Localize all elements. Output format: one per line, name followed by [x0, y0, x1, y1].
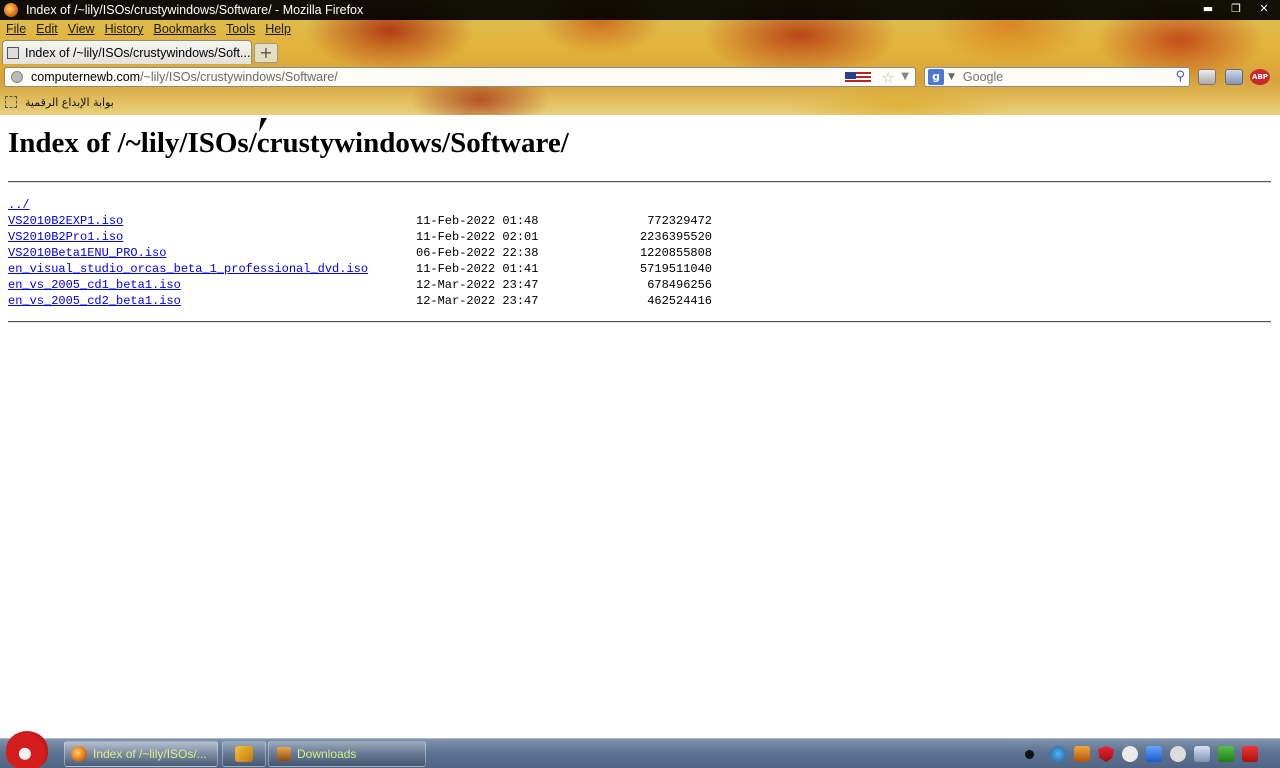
- google-icon[interactable]: g: [928, 69, 944, 85]
- file-size: 462524416: [647, 294, 712, 308]
- file-date: 11-Feb-2022 01:48: [416, 214, 539, 228]
- menu-history[interactable]: History: [105, 22, 144, 36]
- search-input[interactable]: [962, 70, 1173, 84]
- file-date: 12-Mar-2022 23:47: [416, 278, 539, 292]
- parent-directory-link[interactable]: ../: [8, 197, 30, 213]
- taskbar-item-label: Index of /~lily/ISOs/...: [93, 747, 207, 761]
- page-favicon-icon: [7, 46, 19, 59]
- search-icon[interactable]: ⚲: [1175, 69, 1185, 84]
- taskbar-item-downloads[interactable]: Downloads: [268, 741, 426, 767]
- menu-edit[interactable]: Edit: [36, 22, 58, 36]
- url-bar[interactable]: computernewb.com/~lily/ISOs/crustywindow…: [4, 67, 916, 87]
- home-icon[interactable]: [1225, 69, 1243, 85]
- file-link[interactable]: en_visual_studio_orcas_beta_1_profession…: [8, 261, 368, 277]
- tray-app-icon[interactable]: [1170, 746, 1186, 762]
- tab-active[interactable]: Index of /~lily/ISOs/crustywindows/Soft.…: [2, 40, 252, 64]
- bookmark-item[interactable]: بوابة الإبداع الرقمية: [25, 96, 114, 109]
- bookmarks-bar: بوابة الإبداع الرقمية: [0, 92, 114, 112]
- window-title: Index of /~lily/ISOs/crustywindows/Softw…: [26, 3, 364, 17]
- file-date: 06-Feb-2022 22:38: [416, 246, 539, 260]
- url-path: /~lily/ISOs/crustywindows/Software/: [140, 70, 338, 84]
- file-link[interactable]: en_vs_2005_cd2_beta1.iso: [8, 293, 181, 309]
- site-identity-icon[interactable]: [11, 71, 23, 83]
- search-bar[interactable]: g ▼ ⚲: [924, 67, 1190, 87]
- menu-tools[interactable]: Tools: [226, 22, 255, 36]
- taskbar-item-label: Downloads: [297, 747, 357, 761]
- minimize-button[interactable]: ▬: [1196, 2, 1220, 17]
- chat-icon[interactable]: [1122, 746, 1138, 762]
- file-link[interactable]: en_vs_2005_cd1_beta1.iso: [8, 277, 181, 293]
- file-link[interactable]: VS2010B2Pro1.iso: [8, 229, 123, 245]
- menu-file[interactable]: File: [6, 22, 26, 36]
- menu-help[interactable]: Help: [265, 22, 291, 36]
- tab-strip: Index of /~lily/ISOs/crustywindows/Soft.…: [0, 40, 278, 64]
- page-content: Index of /~lily/ISOs/crustywindows/Softw…: [0, 115, 1280, 738]
- file-size: 2236395520: [639, 230, 712, 244]
- navigation-toolbar: computernewb.com/~lily/ISOs/crustywindow…: [0, 64, 1280, 90]
- new-tab-button[interactable]: +: [254, 43, 278, 63]
- firefox-icon: [71, 746, 87, 762]
- page-title: Index of /~lily/ISOs/crustywindows/Softw…: [8, 127, 569, 159]
- restore-button[interactable]: ❐: [1224, 2, 1248, 17]
- tray-app-icon[interactable]: [1050, 746, 1066, 762]
- taskbar-item-firefox[interactable]: Index of /~lily/ISOs/...: [64, 741, 218, 767]
- file-link[interactable]: VS2010B2EXP1.iso: [8, 213, 123, 229]
- menu-bar: File Edit View History Bookmarks Tools H…: [0, 20, 295, 38]
- network-icon[interactable]: [1194, 746, 1210, 762]
- system-tray: [1025, 746, 1258, 762]
- file-size: 772329472: [647, 214, 712, 228]
- start-button[interactable]: [6, 731, 48, 768]
- bookmark-folder-icon: [5, 96, 17, 108]
- file-date: 11-Feb-2022 01:41: [416, 262, 539, 276]
- messenger-icon[interactable]: [1146, 746, 1162, 762]
- close-button[interactable]: ✕: [1252, 2, 1276, 17]
- file-date: 11-Feb-2022 02:01: [416, 230, 539, 244]
- taskbar-item-pinned[interactable]: [222, 741, 266, 767]
- menu-view[interactable]: View: [68, 22, 95, 36]
- pinned-app-icon: [235, 746, 253, 762]
- window-controls: ▬ ❐ ✕: [1196, 2, 1276, 17]
- bookmark-star-icon[interactable]: ☆: [882, 69, 895, 87]
- downloads-icon: [277, 747, 291, 761]
- file-link[interactable]: VS2010Beta1ENU_PRO.iso: [8, 245, 166, 261]
- browser-chrome: Index of /~lily/ISOs/crustywindows/Softw…: [0, 0, 1280, 115]
- tray-app-icon[interactable]: [1074, 746, 1090, 762]
- volume-icon[interactable]: [1218, 746, 1234, 762]
- url-dropdown-icon[interactable]: ▼: [901, 71, 909, 82]
- file-size: 678496256: [647, 278, 712, 292]
- file-size: 5719511040: [639, 262, 712, 276]
- taskbar: Index of /~lily/ISOs/... Downloads: [0, 731, 1280, 768]
- record-icon[interactable]: [1025, 749, 1034, 759]
- divider-bottom: [8, 321, 1271, 323]
- menu-bookmarks[interactable]: Bookmarks: [153, 22, 216, 36]
- file-size: 1220855808: [639, 246, 712, 260]
- firefox-icon[interactable]: [4, 3, 18, 17]
- us-flag-icon[interactable]: [845, 72, 871, 84]
- url-host: computernewb.com: [31, 70, 141, 84]
- shield-icon[interactable]: [1098, 746, 1114, 762]
- divider-top: [8, 181, 1271, 183]
- search-engine-dropdown-icon[interactable]: ▼: [948, 72, 955, 82]
- file-date: 12-Mar-2022 23:47: [416, 294, 539, 308]
- tab-title: Index of /~lily/ISOs/crustywindows/Soft.…: [25, 45, 251, 60]
- adblock-icon[interactable]: ABP: [1250, 69, 1270, 85]
- title-bar: Index of /~lily/ISOs/crustywindows/Softw…: [0, 0, 1280, 20]
- action-center-icon[interactable]: [1242, 746, 1258, 762]
- bookmarks-menu-icon[interactable]: [1198, 69, 1216, 85]
